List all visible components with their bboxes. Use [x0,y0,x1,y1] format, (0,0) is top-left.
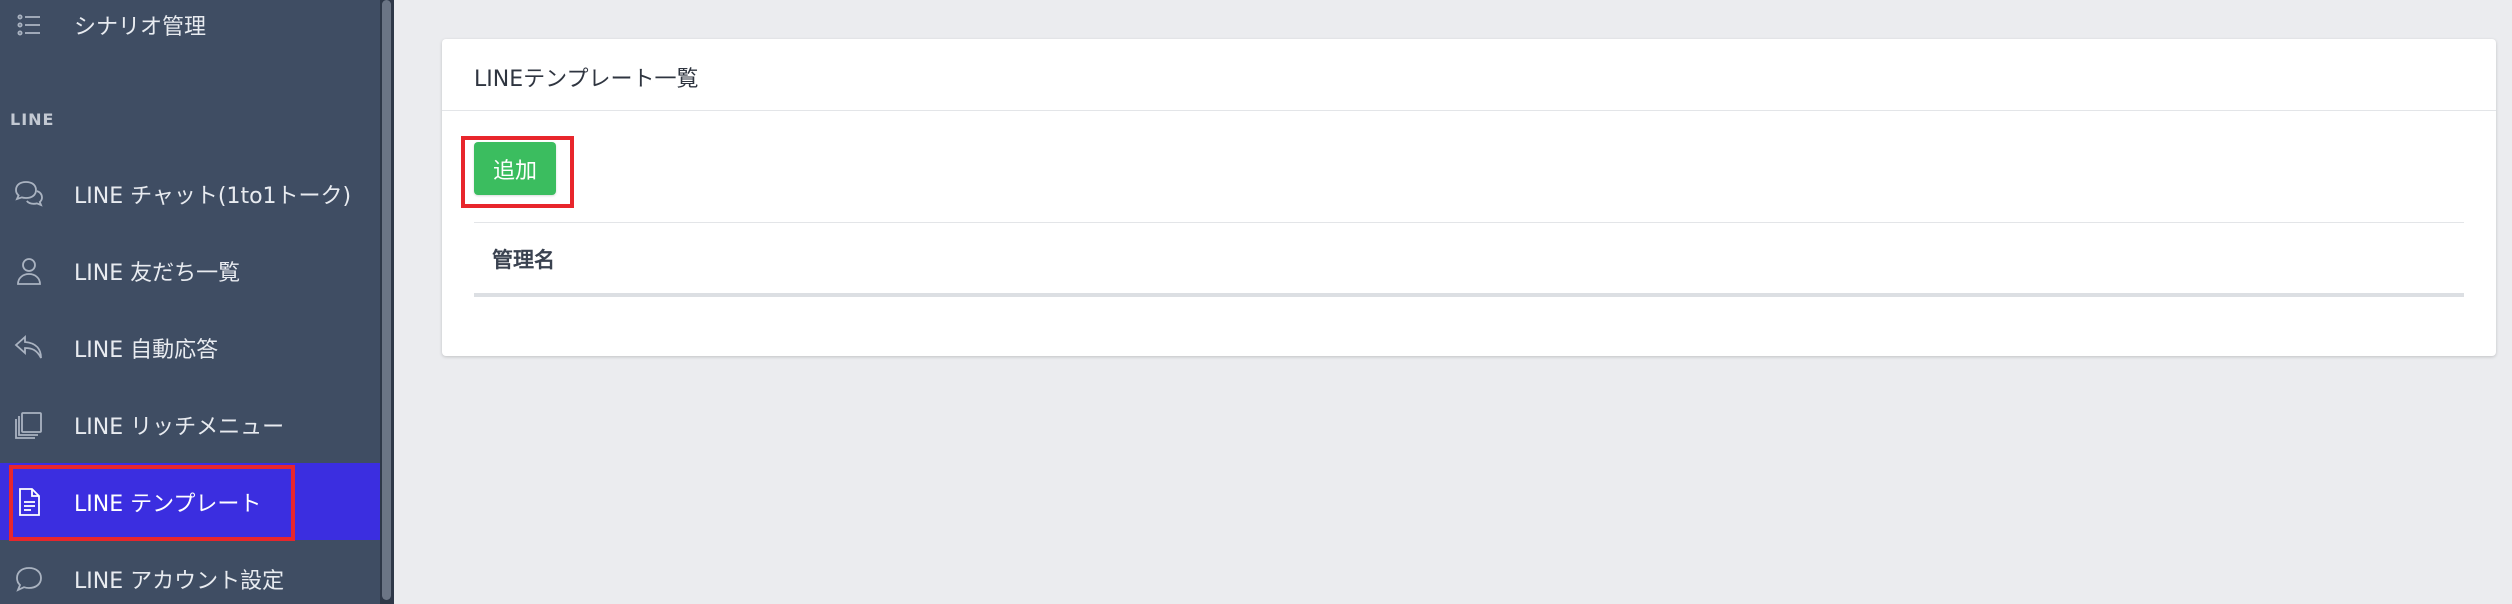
chat-bubbles-icon [12,177,46,211]
sidebar-item-label: LINE 自動応答 [74,337,219,363]
sidebar-item-line-account-settings[interactable]: LINE アカウント設定 [0,540,380,604]
template-list-card: LINEテンプレート一覧 追加 管理名 [442,39,2496,356]
column-header-name[interactable]: 管理名 [492,244,555,274]
sidebar-item-line-richmenu[interactable]: LINE リッチメニュー [0,386,380,463]
sidebar-item-line-autoreply[interactable]: LINE 自動応答 [0,309,380,386]
sidebar: シナリオ管理 LINE LINE チャット(1to1トーク) LINE 友だち一… [0,0,394,604]
table-header-border [474,293,2464,297]
sidebar-item-label: LINE テンプレート [74,491,262,517]
document-icon [12,485,46,519]
add-button[interactable]: 追加 [474,142,556,195]
sidebar-item-scenario[interactable]: シナリオ管理 [0,0,380,63]
sidebar-item-label: シナリオ管理 [74,14,207,40]
sidebar-item-label: LINE リッチメニュー [74,414,285,440]
card-header: LINEテンプレート一覧 [442,39,2496,111]
sidebar-item-label: LINE アカウント設定 [74,568,285,594]
list-icon [12,8,46,42]
sidebar-scrollbar[interactable] [380,0,394,604]
speech-bubble-icon [12,562,46,596]
divider [474,222,2464,223]
sidebar-item-label: LINE チャット(1to1トーク) [74,183,352,209]
app-window: シナリオ管理 LINE LINE チャット(1to1トーク) LINE 友だち一… [0,0,2512,604]
page-title: LINEテンプレート一覧 [474,67,699,92]
sidebar-scrollbar-thumb[interactable] [382,0,391,600]
sidebar-item-line-friends[interactable]: LINE 友だち一覧 [0,232,380,309]
sidebar-item-line-chat[interactable]: LINE チャット(1to1トーク) [0,155,380,232]
sidebar-item-label: LINE 友だち一覧 [74,260,241,286]
sidebar-item-line-template[interactable]: LINE テンプレート [0,463,394,540]
user-icon [12,254,46,288]
reply-icon [12,331,46,365]
sidebar-section-label: LINE [10,110,55,129]
layers-icon [12,408,46,442]
